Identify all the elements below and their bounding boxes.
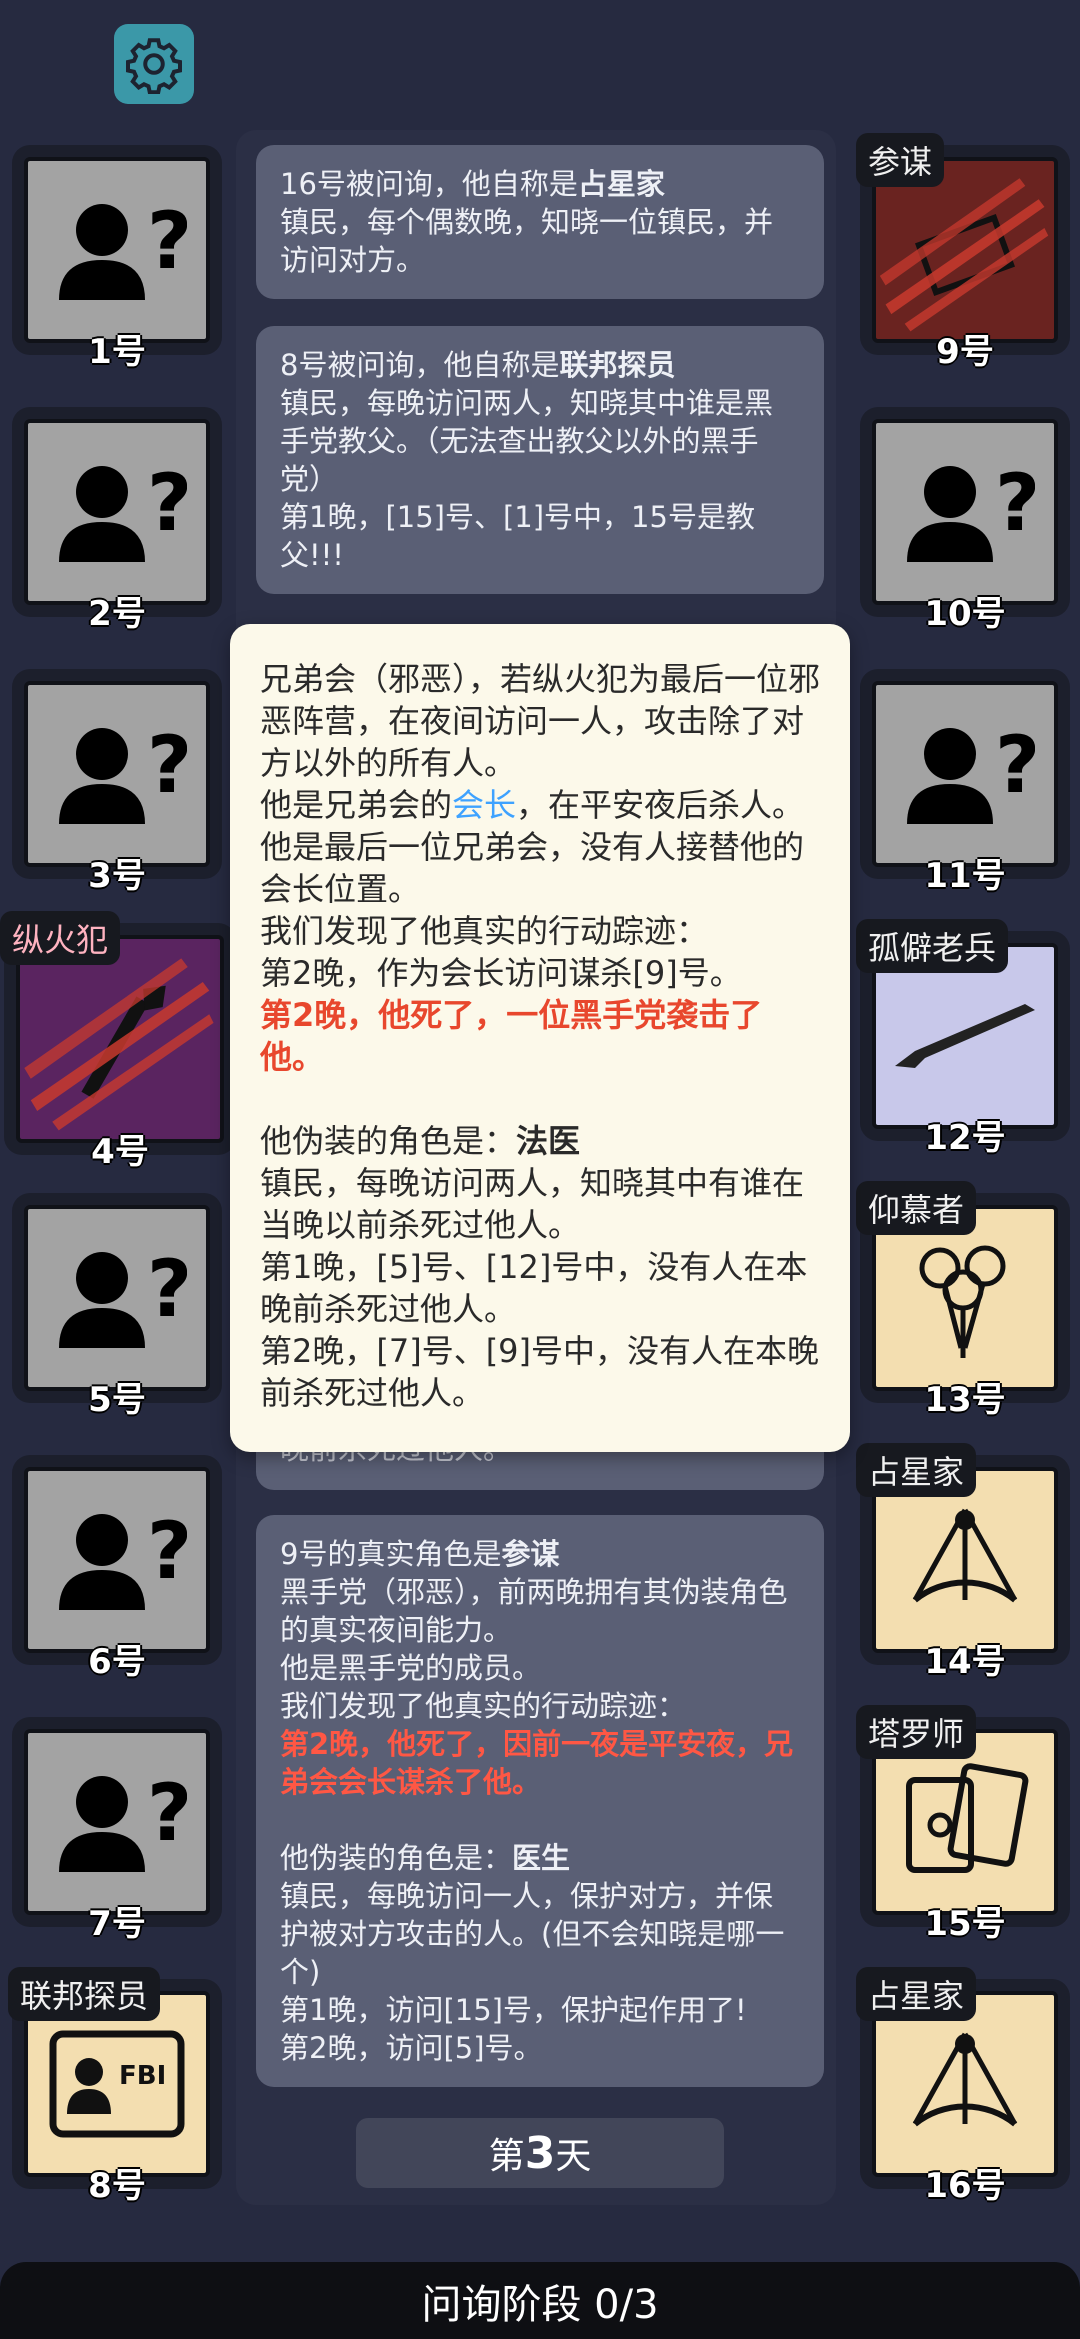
gear-icon — [126, 38, 182, 94]
player-tile[interactable]: ? 10号 — [860, 407, 1070, 634]
log-card: 8号被问询，他自称是联邦探员 镇民，每晚访问两人，知晓其中谁是黑手党教父。（无法… — [256, 326, 824, 594]
player-number: 15号 — [924, 1904, 1006, 1944]
player-tile[interactable]: 参谋 9号 — [856, 133, 1070, 372]
svg-text:?: ? — [147, 721, 187, 811]
day-counter: 第3天 — [356, 2118, 724, 2188]
svg-text:?: ? — [147, 1769, 187, 1859]
unknown-player-icon: ? — [24, 681, 210, 867]
unknown-player-icon: ? — [24, 1205, 210, 1391]
unknown-player-icon: ? — [872, 419, 1058, 605]
svg-text:?: ? — [147, 1507, 187, 1597]
player-tile[interactable]: 纵火犯 4号 — [0, 911, 236, 1172]
player-tile[interactable]: 仰慕者 13号 — [856, 1181, 1070, 1420]
player-number: 7号 — [88, 1904, 146, 1944]
role-label: 纵火犯 — [0, 911, 121, 965]
role-label: 占星家 — [856, 1967, 977, 2021]
player-tile[interactable]: FBI 联邦探员 8号 — [8, 1967, 222, 2206]
player-number: 4号 — [91, 1132, 149, 1172]
settings-button[interactable] — [114, 24, 194, 104]
player-tile[interactable]: 占星家 14号 — [856, 1443, 1070, 1682]
log-card: 9号的真实角色是参谋 黑手党（邪恶），前两晚拥有其伪装角色的真实夜间能力。 他是… — [256, 1515, 824, 2087]
role-label: 参谋 — [856, 133, 945, 187]
phase-bar: 问询阶段 0/3 — [0, 2262, 1080, 2339]
player-tile[interactable]: 占星家 16号 — [856, 1967, 1070, 2206]
player-tile[interactable]: ? 2号 — [12, 407, 222, 634]
player-tile[interactable]: ? 6号 — [12, 1455, 222, 1682]
unknown-player-icon: ? — [24, 1729, 210, 1915]
role-label: 仰慕者 — [856, 1181, 977, 1235]
unknown-player-icon: ? — [872, 681, 1058, 867]
player-number: 5号 — [88, 1380, 146, 1420]
player-number: 1号 — [88, 332, 146, 372]
torch-icon — [16, 935, 224, 1143]
svg-text:?: ? — [995, 459, 1035, 549]
player-number: 10号 — [924, 594, 1006, 634]
player-number: 3号 — [88, 856, 146, 896]
role-label: 塔罗师 — [856, 1705, 977, 1759]
unknown-player-icon: ? — [24, 157, 210, 343]
player-number: 11号 — [924, 856, 1006, 896]
role-link[interactable]: 会长 — [452, 786, 516, 824]
role-label: 孤僻老兵 — [856, 919, 1009, 973]
svg-text:?: ? — [995, 721, 1035, 811]
player-tile[interactable]: ? 3号 — [12, 669, 222, 896]
player-number: 13号 — [924, 1380, 1006, 1420]
player-number: 9号 — [936, 332, 994, 372]
player-tile[interactable]: ? 7号 — [12, 1717, 222, 1944]
player-number: 14号 — [924, 1642, 1006, 1682]
log-card: 16号被问询，他自称是占星家 镇民，每个偶数晚，知晓一位镇民，并访问对方。 — [256, 145, 824, 299]
player-tile[interactable]: ? 1号 — [12, 145, 222, 372]
player-number: 2号 — [88, 594, 146, 634]
role-detail-popup[interactable]: 兄弟会（邪恶），若纵火犯为最后一位邪恶阵营，在夜间访问一人，攻击除了对方以外的所… — [230, 624, 850, 1452]
role-label: 联邦探员 — [8, 1967, 161, 2021]
svg-text:FBI: FBI — [119, 2061, 166, 2091]
player-number: 8号 — [88, 2166, 146, 2206]
svg-text:?: ? — [147, 459, 187, 549]
unknown-player-icon: ? — [24, 419, 210, 605]
role-label: 占星家 — [856, 1443, 977, 1497]
unknown-player-icon: ? — [24, 1467, 210, 1653]
player-tile[interactable]: ? 5号 — [12, 1193, 222, 1420]
player-number: 6号 — [88, 1642, 146, 1682]
player-tile[interactable]: 塔罗师 15号 — [856, 1705, 1070, 1944]
player-number: 12号 — [924, 1118, 1006, 1158]
player-number: 16号 — [924, 2166, 1006, 2206]
svg-text:?: ? — [147, 197, 187, 287]
player-tile[interactable]: ? 11号 — [860, 669, 1070, 896]
svg-text:?: ? — [147, 1245, 187, 1335]
player-tile[interactable]: 孤僻老兵 12号 — [856, 919, 1070, 1158]
